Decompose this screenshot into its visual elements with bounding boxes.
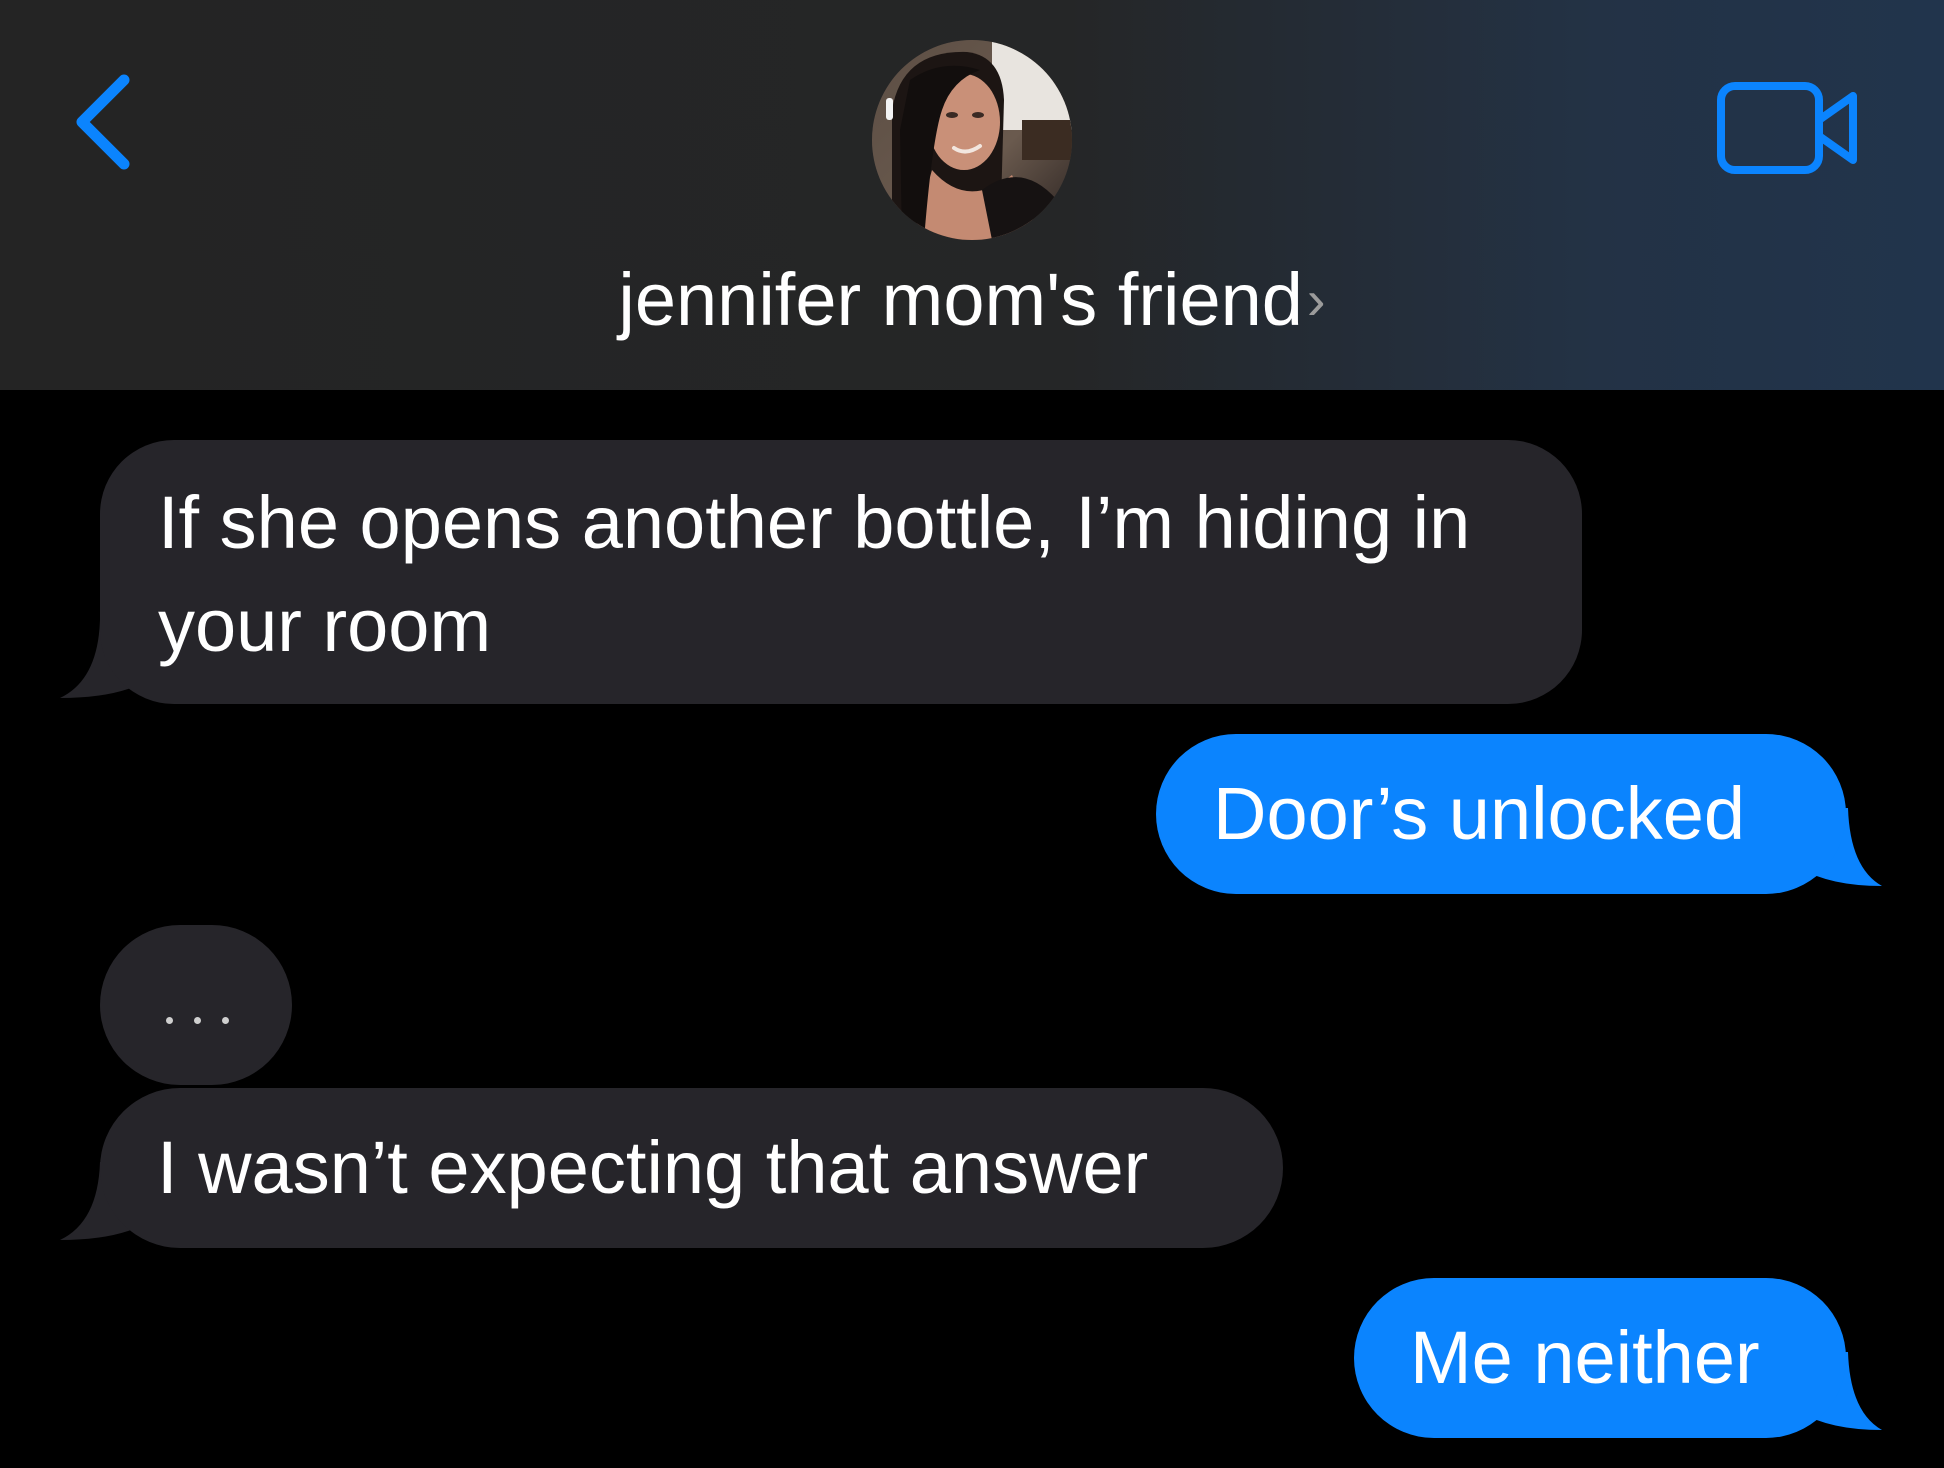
message-bubble-outgoing[interactable]: Me neither: [1354, 1278, 1846, 1438]
contact-avatar[interactable]: [872, 40, 1072, 240]
message-text: Door’s unlocked: [1213, 772, 1746, 855]
typing-indicator: [100, 925, 292, 1085]
message-text: Me neither: [1410, 1316, 1760, 1399]
message-text: I wasn’t expecting that answer: [157, 1126, 1149, 1209]
video-call-button[interactable]: [1715, 80, 1865, 180]
contact-name: jennifer mom's friend: [618, 258, 1303, 341]
conversation-header: jennifer mom's friend›: [0, 0, 1944, 390]
message-text: If she opens another bottle, I’m hiding …: [158, 481, 1471, 667]
back-button[interactable]: [58, 58, 148, 188]
message-bubble-outgoing[interactable]: Door’s unlocked: [1156, 734, 1846, 894]
message-bubble-incoming[interactable]: If she opens another bottle, I’m hiding …: [100, 440, 1582, 704]
chevron-left-icon: [76, 74, 130, 170]
message-bubble-incoming[interactable]: I wasn’t expecting that answer: [100, 1088, 1283, 1248]
video-camera-icon: [1717, 82, 1857, 174]
contact-name-button[interactable]: jennifer mom's friend›: [0, 255, 1944, 351]
avatar-photo: [872, 40, 1072, 240]
typing-dots-icon: [160, 1017, 250, 1037]
chevron-right-icon: ›: [1306, 268, 1326, 331]
